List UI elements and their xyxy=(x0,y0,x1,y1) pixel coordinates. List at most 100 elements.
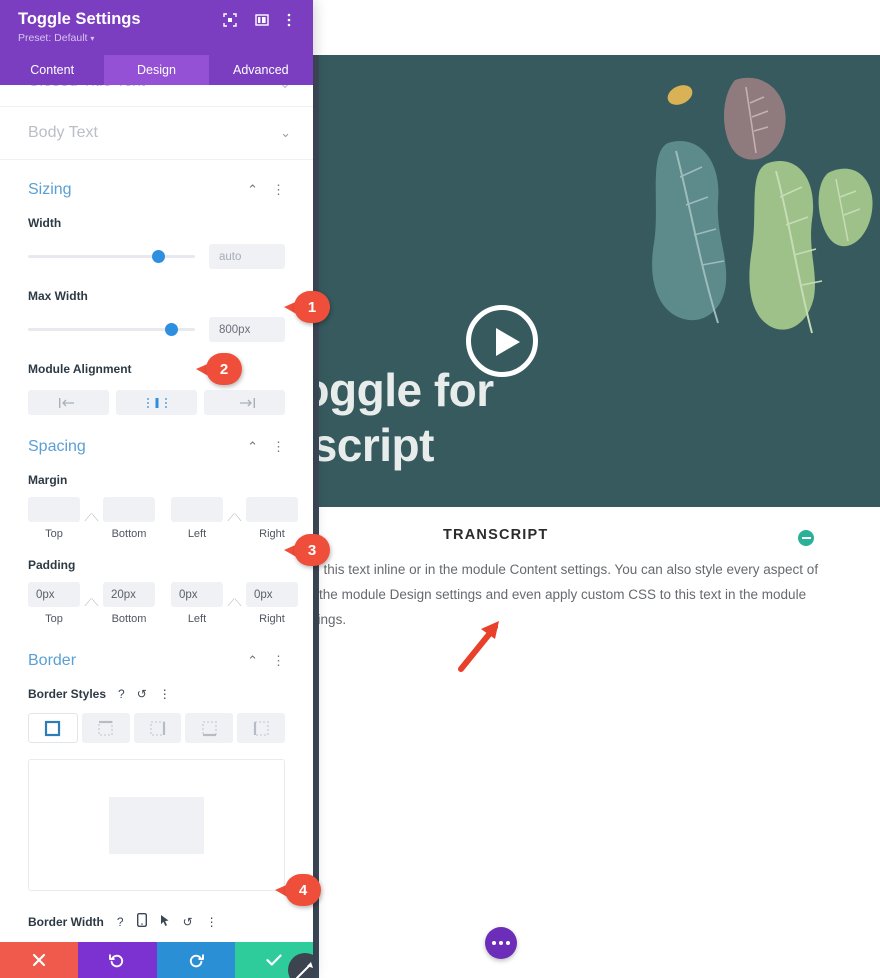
section-title: Spacing xyxy=(28,438,86,455)
callout-number: 2 xyxy=(206,353,242,385)
section-border-header[interactable]: Border ⌃ ⋮ xyxy=(28,635,285,687)
module-alignment-group xyxy=(28,390,285,415)
module-alignment-label: Module Alignment xyxy=(28,362,132,376)
accordion-closed-title-text[interactable]: Closed Title Text ⌄ xyxy=(0,85,313,107)
accordion-body-text[interactable]: Body Text ⌄ xyxy=(0,107,313,160)
transcript-body-text[interactable]: Edit or remove this text inline or in th… xyxy=(232,558,824,633)
tab-design[interactable]: Design xyxy=(104,55,209,85)
width-slider[interactable] xyxy=(28,250,195,263)
panel-tabs: Content Design Advanced xyxy=(0,55,313,85)
padding-bottom-input[interactable]: 20px xyxy=(103,582,155,607)
padding-right-input[interactable]: 0px xyxy=(246,582,298,607)
margin-inputs: Top ⟋⟍ Bottom Left ⟋⟍ Right xyxy=(28,497,298,540)
padding-bottom-caption: Bottom xyxy=(111,613,147,625)
annotation-arrow xyxy=(458,621,499,672)
panel-scrollbar[interactable] xyxy=(313,55,319,978)
max-width-input[interactable]: 800px xyxy=(209,317,285,342)
chevron-up-icon[interactable]: ⌃ xyxy=(247,182,258,198)
tab-content[interactable]: Content xyxy=(0,55,104,85)
play-triangle xyxy=(496,328,520,356)
toggle-settings-panel: Toggle Settings Preset: Default ▾ Conten… xyxy=(0,0,313,978)
border-style-all-button[interactable] xyxy=(28,713,78,743)
padding-right-caption: Right xyxy=(259,613,285,625)
margin-label: Margin xyxy=(28,473,68,487)
section-title: Border xyxy=(28,652,77,669)
padding-top-caption: Top xyxy=(45,613,63,625)
layout-columns-icon[interactable] xyxy=(255,13,269,27)
tab-advanced[interactable]: Advanced xyxy=(209,55,313,85)
more-vertical-icon[interactable]: ⋮ xyxy=(206,915,218,929)
minus-circle-icon[interactable] xyxy=(798,530,814,546)
more-options-button[interactable] xyxy=(485,927,517,959)
more-vertical-icon[interactable]: ⋮ xyxy=(159,687,171,701)
reset-icon[interactable]: ↺ xyxy=(137,687,147,701)
margin-bottom-input[interactable] xyxy=(103,497,155,522)
chevron-up-icon[interactable]: ⌃ xyxy=(247,653,258,669)
width-slider-knob[interactable] xyxy=(151,250,165,263)
section-spacing-header[interactable]: Spacing ⌃ ⋮ xyxy=(28,421,285,473)
section-title: Sizing xyxy=(28,181,72,198)
max-width-slider-knob[interactable] xyxy=(165,323,179,336)
border-width-header: Border Width ? ↺ ⋮ xyxy=(28,912,285,930)
margin-bottom-caption: Bottom xyxy=(111,528,147,540)
align-center-button[interactable] xyxy=(116,390,197,415)
margin-right-input[interactable] xyxy=(246,497,298,522)
width-input[interactable]: auto xyxy=(209,244,285,269)
link-icon[interactable]: ⟋⟍ xyxy=(80,506,103,531)
transcript-title: TRANSCRIPT xyxy=(443,527,549,543)
accordion-label: Body Text xyxy=(28,124,98,141)
section-sizing: Sizing ⌃ ⋮ Width auto Max Width 800px Mo… xyxy=(0,164,313,415)
more-vertical-icon[interactable]: ⋮ xyxy=(272,653,285,669)
help-icon[interactable]: ? xyxy=(117,915,124,929)
leaves-illustration xyxy=(652,77,873,334)
more-vertical-icon[interactable]: ⋮ xyxy=(272,439,285,455)
fullscreen-icon[interactable] xyxy=(223,13,237,27)
ellipsis-icon xyxy=(485,927,517,959)
padding-left-caption: Left xyxy=(187,613,207,625)
padding-top-input[interactable]: 0px xyxy=(28,582,80,607)
max-width-label: Max Width xyxy=(28,289,88,303)
border-style-bottom-button[interactable] xyxy=(185,713,234,743)
align-right-button[interactable] xyxy=(204,390,285,415)
callout-4: 4 xyxy=(275,874,321,906)
border-style-top-button[interactable] xyxy=(81,713,130,743)
link-icon[interactable]: ⟋⟍ xyxy=(223,506,246,531)
max-width-slider[interactable] xyxy=(28,323,195,336)
section-sizing-header[interactable]: Sizing ⌃ ⋮ xyxy=(28,164,285,216)
panel-action-bar xyxy=(0,942,313,978)
padding-inputs: 0px Top ⟋⟍ 20px Bottom 0px Left ⟋⟍ 0px R… xyxy=(28,582,298,625)
width-slider-row: auto xyxy=(28,244,285,269)
callout-3: 3 xyxy=(284,534,330,566)
redo-button[interactable] xyxy=(156,942,235,978)
section-spacing: Spacing ⌃ ⋮ Margin Top ⟋⟍ Bottom Left ⟋⟍… xyxy=(0,421,313,625)
padding-left-input[interactable]: 0px xyxy=(171,582,223,607)
link-icon[interactable]: ⟋⟍ xyxy=(223,591,246,616)
margin-left-input[interactable] xyxy=(171,497,223,522)
accordion-label: Closed Title Text xyxy=(28,85,145,91)
link-icon[interactable]: ⟋⟍ xyxy=(80,591,103,616)
responsive-icon[interactable] xyxy=(136,912,147,930)
help-icon[interactable]: ? xyxy=(118,687,125,701)
callout-number: 4 xyxy=(285,874,321,906)
border-style-left-button[interactable] xyxy=(237,713,285,743)
section-border: Border ⌃ ⋮ Border Styles ? ↺ ⋮ Border Wi… xyxy=(0,635,313,942)
border-styles-label: Border Styles xyxy=(28,687,107,701)
panel-preset[interactable]: Preset: Default ▾ xyxy=(18,32,299,44)
border-style-right-button[interactable] xyxy=(133,713,182,743)
chevron-down-icon: ▾ xyxy=(90,34,95,43)
margin-top-input[interactable] xyxy=(28,497,80,522)
cancel-button[interactable] xyxy=(0,942,79,978)
panel-header: Toggle Settings Preset: Default ▾ xyxy=(0,0,313,55)
callout-1: 1 xyxy=(284,291,330,323)
preset-label: Preset: Default xyxy=(18,32,88,44)
chevron-up-icon[interactable]: ⌃ xyxy=(247,439,258,455)
callout-number: 3 xyxy=(294,534,330,566)
callout-2: 2 xyxy=(196,353,242,385)
more-vertical-icon[interactable] xyxy=(287,13,301,27)
hover-cursor-icon[interactable] xyxy=(160,914,170,930)
reset-icon[interactable]: ↺ xyxy=(183,915,193,929)
width-label: Width xyxy=(28,216,62,230)
undo-button[interactable] xyxy=(78,942,157,978)
align-left-button[interactable] xyxy=(28,390,109,415)
more-vertical-icon[interactable]: ⋮ xyxy=(272,182,285,198)
